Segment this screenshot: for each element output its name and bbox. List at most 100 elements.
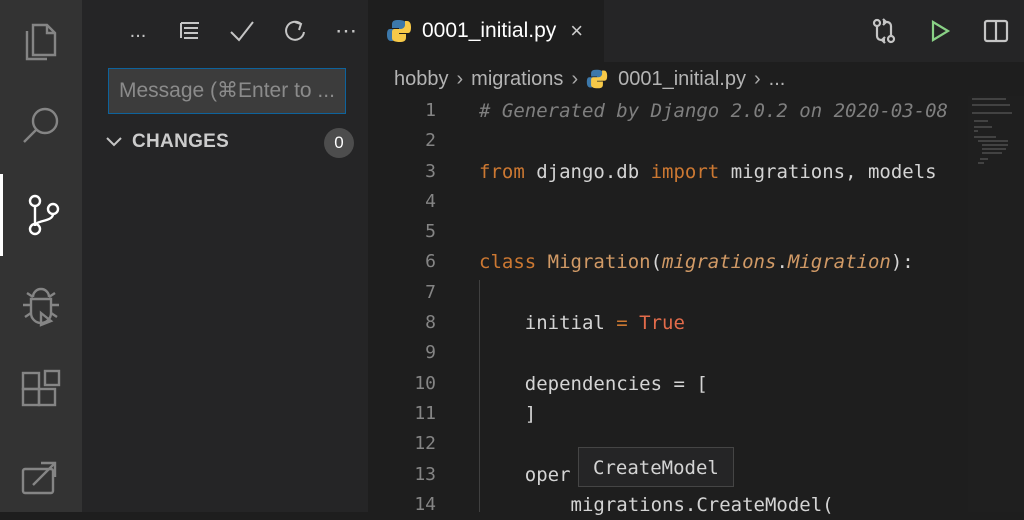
minimap-line [982,152,1002,154]
editor-actions [856,0,1024,62]
editor-tab-bar: 0001_initial.py × [368,0,1024,62]
remote-explorer-button[interactable] [0,436,82,518]
line-number: 13 [414,463,436,485]
code-line: from django.db import migrations, models [479,157,969,187]
code-text: ] [479,402,537,425]
commit-message-placeholder: Message (⌘Enter to ... [119,79,335,102]
line-number-gutter: 1 2 3 4 5 6 7 8 9 10 11 12 13 14 [368,96,458,520]
code-text: . [776,251,788,274]
source-control-sidebar: ... ⋯ Message (⌘Enter to ... CHANGES 0 [82,0,368,512]
code-text: migrations, models [719,160,937,183]
extensions-button[interactable] [0,350,82,432]
overflow-menu-button[interactable]: ⋯ [320,12,372,50]
breadcrumb-item-file[interactable]: 0001_initial.py [618,68,746,91]
minimap-line [974,126,992,128]
line-number: 6 [425,251,436,273]
code-text: initial [479,312,617,335]
breadcrumb-item-symbol[interactable]: ... [769,68,786,91]
line-number: 8 [425,312,436,334]
code-text: django.db [524,160,651,183]
code-line: migrations.CreateModel( [479,490,969,520]
line-number: 11 [414,402,436,424]
open-changes-button[interactable] [856,0,912,62]
tab-title: 0001_initial.py [422,19,557,42]
run-python-button[interactable] [912,0,968,62]
minimap-line [972,98,1006,100]
more-actions-button[interactable]: ... [112,12,164,50]
check-icon [230,21,254,42]
explorer-button[interactable] [0,0,82,82]
tab-0001-initial-py[interactable]: 0001_initial.py × [368,0,604,62]
chevron-down-icon [104,131,126,153]
search-button[interactable] [0,84,82,166]
minimap-line [974,120,988,122]
line-number: 3 [425,160,436,182]
breadcrumb: hobby › migrations › 0001_initial.py › .… [368,62,1024,96]
overflow-menu-label: ⋯ [335,18,357,43]
refresh-button[interactable] [268,12,320,50]
activity-bar [0,0,82,512]
code-operator: = [616,312,628,335]
files-icon [25,23,57,61]
minimap-line [978,162,984,164]
breadcrumb-separator: › [571,67,579,90]
hover-tooltip: CreateModel [578,447,734,487]
changes-count-badge: 0 [324,128,354,158]
source-control-button[interactable] [0,174,82,256]
source-control-icon [28,194,59,236]
minimap-line [982,144,1008,146]
changes-section-header[interactable]: CHANGES 0 [104,126,354,158]
line-number: 5 [425,221,436,243]
python-file-icon [387,20,411,42]
refresh-icon [285,20,305,41]
code-text: migrations.CreateModel( [479,493,834,516]
code-base-class: migrations [662,251,777,274]
line-number: 14 [414,493,436,515]
line-number: 1 [425,100,436,121]
code-text: oper [479,463,571,486]
editor-area: 0001_initial.py × hobby › migrations › 0… [368,0,1024,516]
minimap-line [978,140,1008,142]
code-comment: # Generated by Django 2.0.2 on 2020-03-0… [479,100,948,122]
remote-explorer-icon [21,461,57,495]
code-text: ): [890,251,914,274]
debug-button[interactable] [0,264,82,346]
extensions-icon [21,369,61,407]
breadcrumb-item-hobby[interactable]: hobby [394,68,449,91]
more-actions-label: ... [129,19,147,42]
code-line: dependencies = [ [479,369,969,399]
code-keyword: from [479,160,525,183]
compare-changes-icon [872,18,896,44]
code-keyword: class [479,251,537,274]
changes-label: CHANGES [132,131,230,152]
code-base-class: Migration [787,251,891,274]
search-icon [23,107,59,143]
minimap-line [974,136,996,138]
line-number: 2 [425,130,436,152]
line-number: 10 [414,372,436,394]
code-class-name: Migration [536,251,651,274]
line-number: 12 [414,433,436,455]
view-as-tree-button[interactable] [164,12,216,50]
minimap[interactable] [968,96,1024,512]
minimap-line [972,104,1010,106]
split-editor-icon [983,19,1009,43]
play-icon [931,20,951,42]
code-keyword: import [650,160,720,183]
close-icon[interactable]: × [570,18,583,44]
line-number: 4 [425,190,436,212]
commit-button[interactable] [216,12,268,50]
code-text: dependencies = [ [479,372,708,395]
code-line: ] [479,399,969,429]
breadcrumb-item-migrations[interactable]: migrations [471,68,563,91]
split-editor-button[interactable] [968,0,1024,62]
breadcrumb-separator: › [753,67,761,90]
list-tree-icon [180,22,199,39]
commit-message-input[interactable]: Message (⌘Enter to ... [108,68,346,114]
code-line: initial = True [479,308,969,338]
